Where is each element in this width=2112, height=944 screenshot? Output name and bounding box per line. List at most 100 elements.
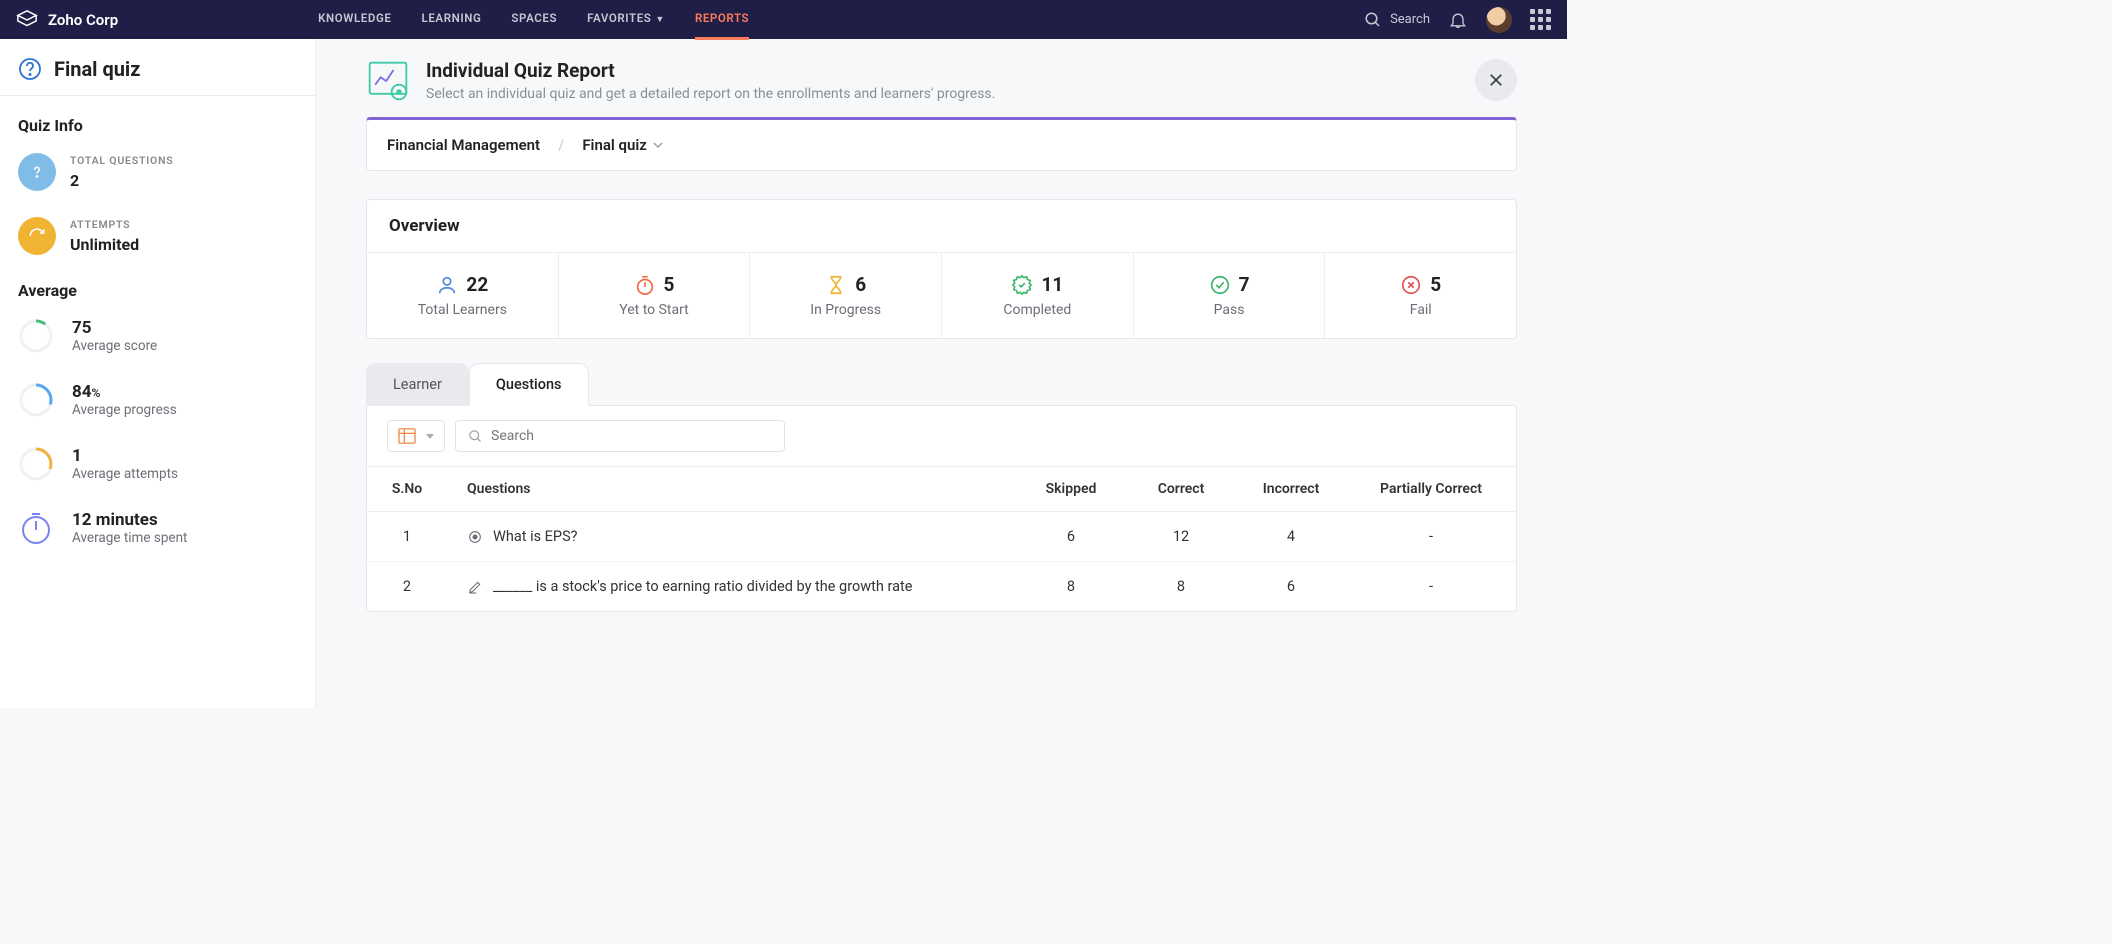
apps-icon[interactable] bbox=[1530, 9, 1551, 30]
average-title: Average bbox=[18, 281, 297, 300]
breadcrumb-separator: / bbox=[558, 136, 564, 154]
cell-skipped: 8 bbox=[1016, 562, 1126, 612]
tab-learner[interactable]: Learner bbox=[366, 363, 469, 406]
stopwatch-icon bbox=[18, 510, 54, 546]
nav-favorites[interactable]: FAVORITES ▼ bbox=[587, 0, 665, 40]
breadcrumb-quiz-dropdown[interactable]: Final quiz bbox=[582, 136, 663, 154]
nav-reports[interactable]: REPORTS bbox=[695, 0, 749, 40]
close-button[interactable] bbox=[1475, 59, 1517, 101]
cell-correct: 12 bbox=[1126, 512, 1236, 562]
stat-value: 22 bbox=[466, 273, 488, 296]
sidebar: Final quiz Quiz Info TOTAL QUESTIONS 2 AT… bbox=[0, 39, 316, 708]
cell-question: What is EPS? bbox=[493, 528, 578, 545]
cell-skipped: 6 bbox=[1016, 512, 1126, 562]
global-search[interactable]: Search bbox=[1364, 11, 1430, 29]
table-search[interactable] bbox=[455, 420, 785, 452]
avg-attempts-value: 1 bbox=[72, 446, 178, 466]
brand[interactable]: Zoho Corp bbox=[16, 9, 118, 31]
col-skipped: Skipped bbox=[1016, 467, 1126, 512]
avg-attempts-row: 1Average attempts bbox=[18, 446, 297, 482]
cell-sno: 2 bbox=[367, 562, 447, 612]
table-row[interactable]: 1 What is EPS? 6 12 4 - bbox=[367, 512, 1516, 562]
stat-value: 11 bbox=[1041, 273, 1063, 296]
page-title: Individual Quiz Report bbox=[426, 59, 995, 82]
nav-spaces[interactable]: SPACES bbox=[511, 0, 557, 40]
brand-name: Zoho Corp bbox=[48, 11, 118, 29]
avg-time-row: 12 minutesAverage time spent bbox=[18, 510, 297, 546]
total-questions-row: TOTAL QUESTIONS 2 bbox=[18, 153, 297, 191]
stat-fail: 5 Fail bbox=[1325, 253, 1516, 338]
nav-favorites-label: FAVORITES bbox=[587, 11, 651, 25]
refresh-icon bbox=[18, 217, 56, 255]
stat-value: 6 bbox=[855, 273, 866, 296]
breadcrumb-card: Financial Management / Final quiz bbox=[366, 117, 1517, 171]
quiz-info-title: Quiz Info bbox=[18, 116, 297, 135]
x-circle-icon bbox=[1400, 274, 1422, 296]
edit-icon bbox=[467, 579, 483, 595]
total-questions-value: 2 bbox=[70, 171, 174, 190]
topbar-right: Search bbox=[1364, 7, 1551, 33]
stat-value: 7 bbox=[1239, 273, 1250, 296]
radio-icon bbox=[467, 529, 483, 545]
breadcrumb-quiz-label: Final quiz bbox=[582, 136, 647, 154]
total-questions-label: TOTAL QUESTIONS bbox=[70, 154, 174, 167]
avg-score-value: 75 bbox=[72, 318, 157, 338]
cell-incorrect: 6 bbox=[1236, 562, 1346, 612]
cell-partial: - bbox=[1346, 512, 1516, 562]
help-circle-icon bbox=[18, 57, 42, 81]
col-questions: Questions bbox=[447, 467, 1016, 512]
caret-down-icon bbox=[653, 140, 663, 150]
col-incorrect: Incorrect bbox=[1236, 467, 1346, 512]
tab-questions[interactable]: Questions bbox=[469, 363, 589, 406]
ring-icon bbox=[18, 318, 54, 354]
badge-icon bbox=[1011, 274, 1033, 296]
avg-time-label: Average time spent bbox=[72, 530, 187, 546]
search-input[interactable] bbox=[491, 428, 772, 444]
stat-label: Fail bbox=[1335, 302, 1506, 318]
user-icon bbox=[436, 274, 458, 296]
notifications-icon[interactable] bbox=[1448, 10, 1468, 30]
attempts-label: ATTEMPTS bbox=[70, 218, 139, 231]
sidebar-title: Final quiz bbox=[54, 57, 140, 81]
view-mode-button[interactable] bbox=[387, 420, 445, 452]
questions-table: S.No Questions Skipped Correct Incorrect… bbox=[367, 466, 1516, 611]
cell-sno: 1 bbox=[367, 512, 447, 562]
percent-symbol: % bbox=[92, 386, 101, 400]
hourglass-icon bbox=[825, 274, 847, 296]
search-icon bbox=[468, 429, 483, 444]
table-toolbar bbox=[367, 406, 1516, 466]
stopwatch-icon bbox=[634, 274, 656, 296]
stat-pass: 7 Pass bbox=[1134, 253, 1326, 338]
cell-partial: - bbox=[1346, 562, 1516, 612]
cell-question: ______ is a stock's price to earning rat… bbox=[493, 578, 912, 595]
main: Individual Quiz Report Select an individ… bbox=[316, 39, 1567, 708]
ring-icon bbox=[18, 446, 54, 482]
avg-progress-label: Average progress bbox=[72, 402, 177, 418]
close-icon bbox=[1487, 71, 1505, 89]
stat-label: Pass bbox=[1144, 302, 1315, 318]
topbar: Zoho Corp KNOWLEDGE LEARNING SPACES FAVO… bbox=[0, 0, 1567, 39]
nav-learning[interactable]: LEARNING bbox=[422, 0, 482, 40]
attempts-row: ATTEMPTSUnlimited bbox=[18, 217, 297, 255]
caret-down-icon bbox=[426, 434, 434, 439]
avg-score-label: Average score bbox=[72, 338, 157, 354]
questions-table-card: S.No Questions Skipped Correct Incorrect… bbox=[366, 405, 1517, 612]
stat-in-progress: 6 In Progress bbox=[750, 253, 942, 338]
stat-total-learners: 22 Total Learners bbox=[367, 253, 559, 338]
avatar[interactable] bbox=[1486, 7, 1512, 33]
caret-down-icon: ▼ bbox=[655, 15, 665, 25]
col-partial: Partially Correct bbox=[1346, 467, 1516, 512]
breadcrumb-course[interactable]: Financial Management bbox=[387, 136, 540, 154]
stat-value: 5 bbox=[664, 273, 675, 296]
report-icon bbox=[366, 59, 410, 103]
tabs: Learner Questions bbox=[366, 363, 1517, 406]
nav-knowledge[interactable]: KNOWLEDGE bbox=[318, 0, 391, 40]
avg-time-value: 12 minutes bbox=[72, 510, 187, 530]
stat-label: Completed bbox=[952, 302, 1123, 318]
question-icon bbox=[18, 153, 56, 191]
stat-label: Total Learners bbox=[377, 302, 548, 318]
sidebar-header: Final quiz bbox=[0, 39, 315, 95]
overview-stats: 22 Total Learners 5 Yet to Start 6 In Pr… bbox=[367, 253, 1516, 338]
table-row[interactable]: 2 ______ is a stock's price to earning r… bbox=[367, 562, 1516, 612]
stat-label: In Progress bbox=[760, 302, 931, 318]
